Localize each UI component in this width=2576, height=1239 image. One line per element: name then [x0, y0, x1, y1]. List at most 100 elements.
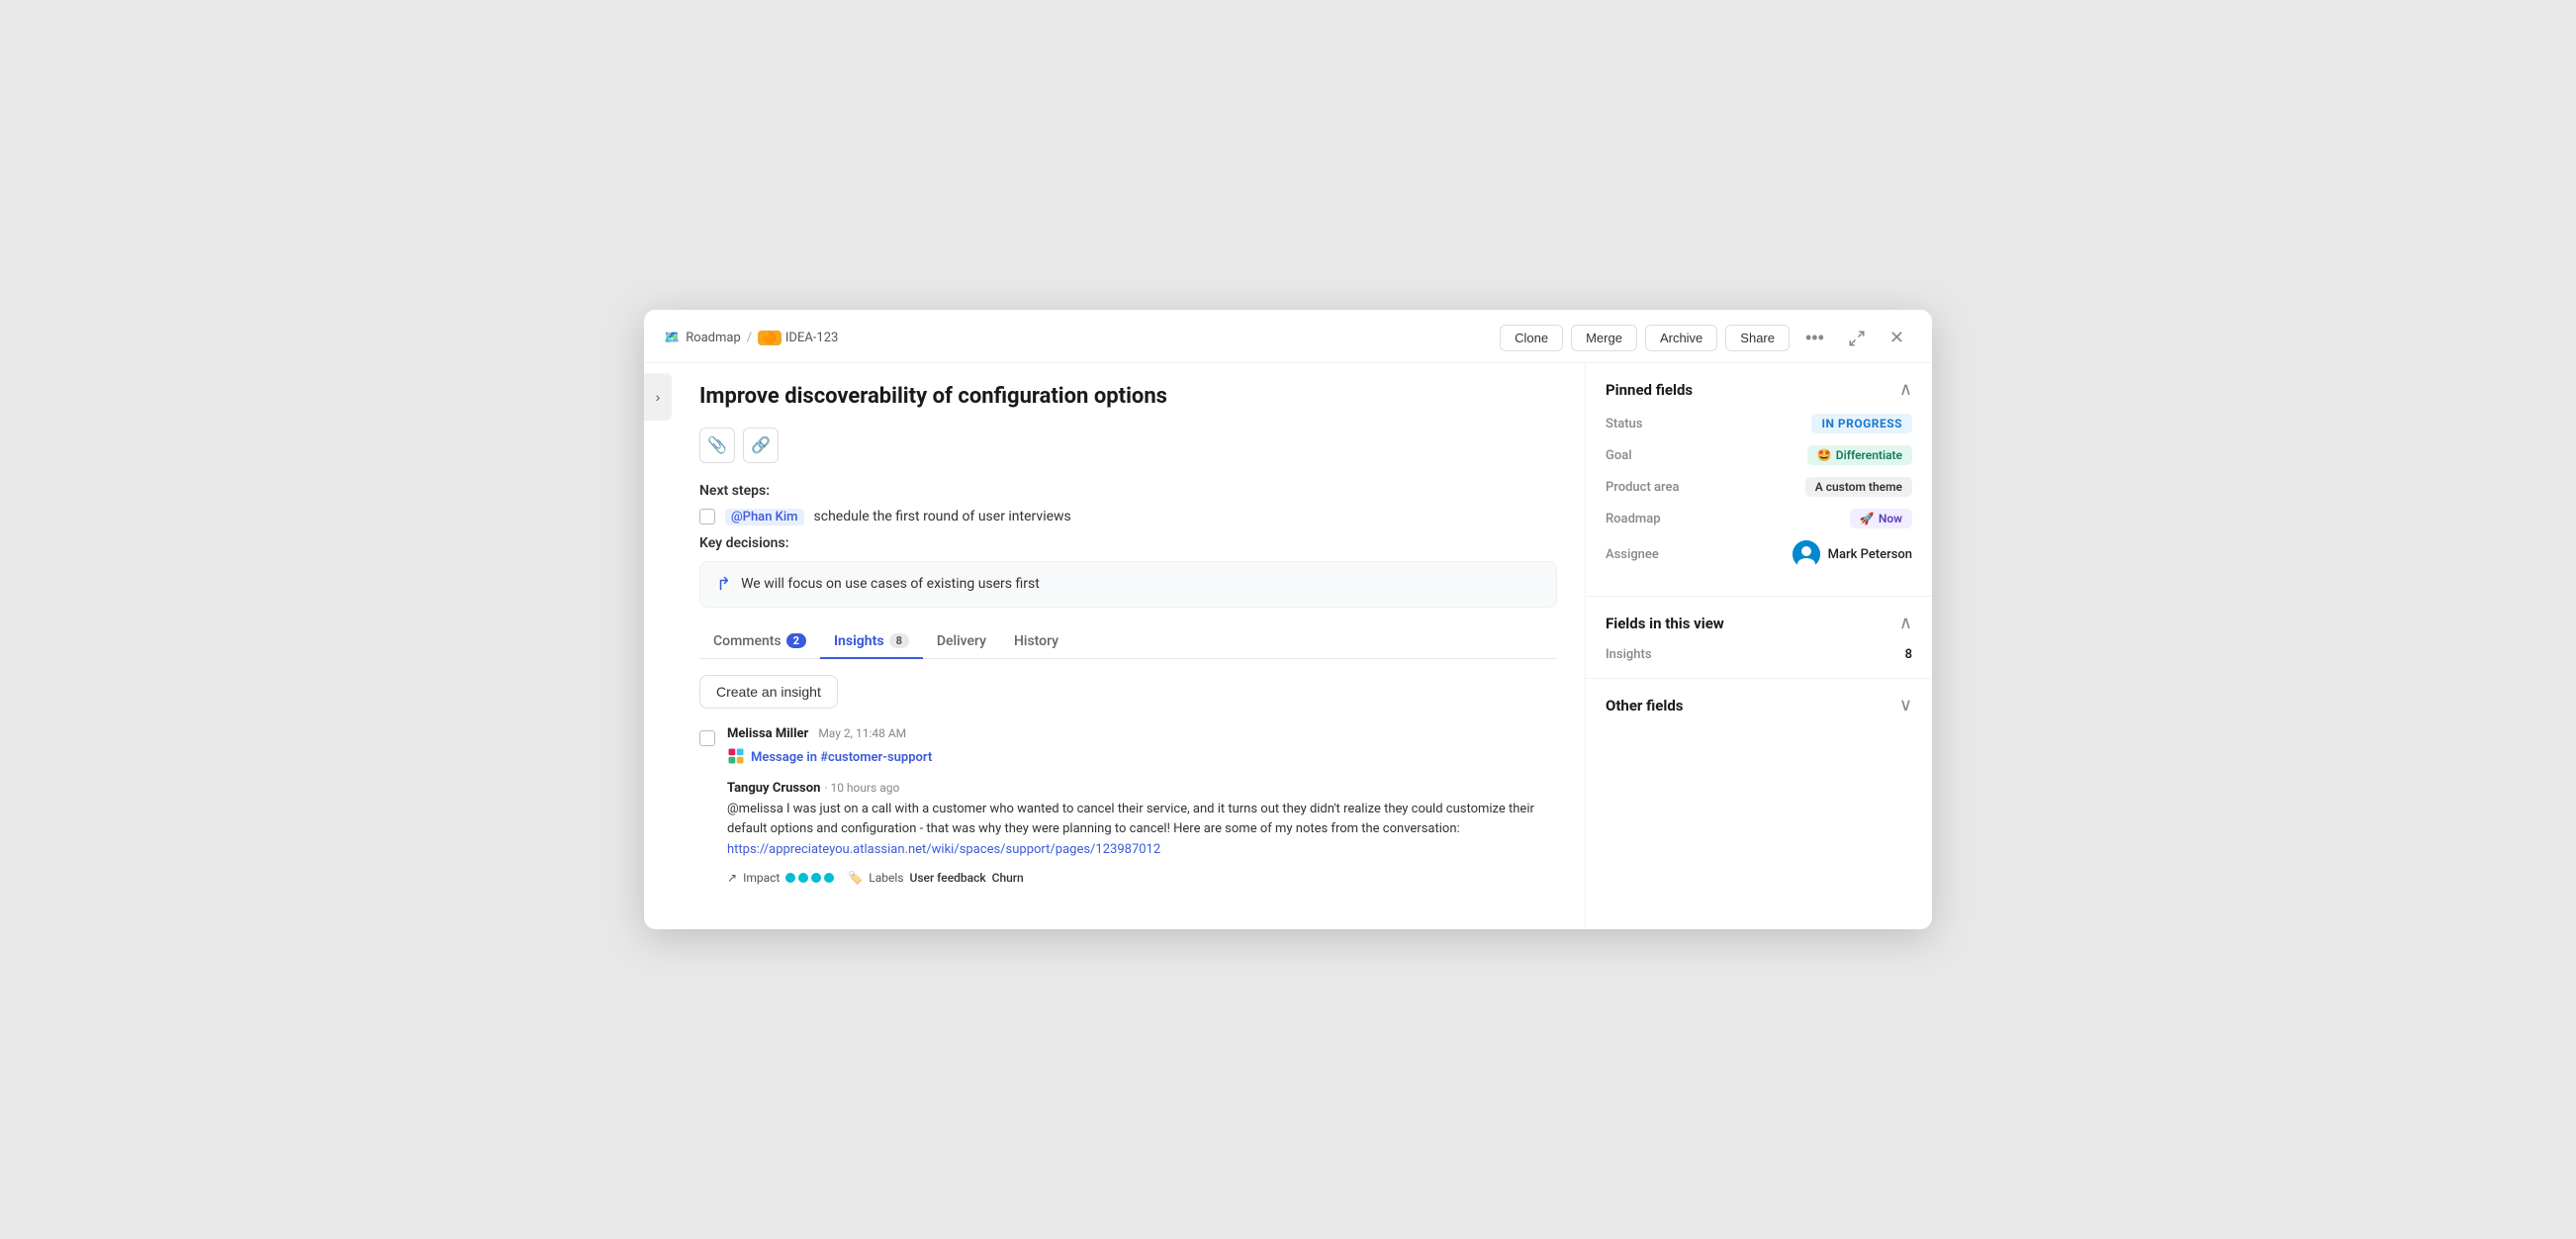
insight-date: May 2, 11:48 AM [818, 726, 906, 740]
create-insight-button[interactable]: Create an insight [699, 675, 838, 709]
mention-tag: @Phan Kim [725, 509, 804, 525]
tab-comments-badge: 2 [786, 633, 806, 648]
label-user-feedback: User feedback [909, 871, 985, 885]
assignee-field-row: Assignee Mark Peterson [1606, 540, 1912, 568]
pinned-fields-collapse-button[interactable]: ∧ [1899, 379, 1912, 400]
fields-in-view-title: Fields in this view [1606, 615, 1724, 632]
roadmap-badge[interactable]: 🚀 Now [1850, 509, 1912, 528]
tab-delivery-label: Delivery [937, 633, 986, 649]
comment-url[interactable]: https://appreciateyou.atlassian.net/wiki… [727, 842, 1160, 857]
product-area-label: Product area [1606, 480, 1695, 495]
task-text: schedule the first round of user intervi… [814, 509, 1071, 524]
main-content: Improve discoverability of configuration… [672, 363, 1586, 929]
fields-in-view-collapse-button[interactable]: ∧ [1899, 613, 1912, 633]
right-sidebar: Pinned fields ∧ Status IN PROGRESS Goal … [1586, 363, 1932, 929]
impact-row: ↗ Impact [727, 871, 834, 885]
pinned-fields-section: Pinned fields ∧ Status IN PROGRESS Goal … [1586, 363, 1932, 597]
insight-checkbox[interactable] [699, 730, 715, 746]
clone-button[interactable]: Clone [1500, 325, 1563, 351]
comment-header: Tanguy Crusson · 10 hours ago [727, 777, 1557, 796]
goal-field-row: Goal 🤩 Differentiate [1606, 445, 1912, 465]
breadcrumb-separator: / [747, 331, 752, 345]
other-fields-section: Other fields ∨ [1586, 679, 1932, 731]
modal-container: 🗺️ Roadmap / 🟠 IDEA-123 Clone Merge Arch… [644, 310, 1932, 929]
impact-label: Impact [743, 871, 780, 885]
impact-dot-2 [798, 873, 808, 883]
comment-author: Tanguy Crusson [727, 781, 820, 796]
tab-insights-label: Insights [834, 633, 884, 649]
status-badge[interactable]: IN PROGRESS [1811, 414, 1912, 433]
link-button[interactable]: 🔗 [743, 428, 779, 463]
label-churn: Churn [992, 871, 1024, 885]
roadmap-label: Roadmap [686, 331, 741, 345]
tab-comments-label: Comments [713, 633, 782, 649]
impact-dots [785, 873, 834, 883]
avatar [1793, 540, 1820, 568]
insight-meta: Melissa Miller May 2, 11:48 AM [727, 726, 1557, 741]
expand-button[interactable] [1840, 326, 1874, 351]
decision-box: ↱ We will focus on use cases of existing… [699, 561, 1557, 608]
other-fields-title: Other fields [1606, 697, 1684, 715]
more-options-button[interactable]: ••• [1797, 324, 1832, 352]
assignee-value-container: Mark Peterson [1793, 540, 1912, 568]
other-fields-expand-button[interactable]: ∨ [1899, 695, 1912, 715]
insights-count: 8 [1905, 647, 1912, 662]
roadmap-value-container: 🚀 Now [1850, 509, 1912, 528]
pinned-fields-title: Pinned fields [1606, 381, 1693, 399]
tabs-row: Comments 2 Insights 8 Delivery History [699, 625, 1557, 659]
share-button[interactable]: Share [1725, 325, 1790, 351]
toolbar: 📎 🔗 [699, 428, 1557, 463]
modal-body: › Improve discoverability of configurati… [644, 363, 1932, 929]
attach-button[interactable]: 📎 [699, 428, 735, 463]
product-area-value-container: A custom theme [1805, 477, 1912, 497]
header-actions: Clone Merge Archive Share ••• ✕ [1500, 324, 1912, 352]
roadmap-emoji: 🚀 [1860, 512, 1875, 525]
close-button[interactable]: ✕ [1882, 324, 1912, 352]
insights-label: Insights [1606, 647, 1695, 662]
task-item: @Phan Kim schedule the first round of us… [699, 509, 1557, 525]
insight-source: Message in #customer-support [727, 747, 1557, 769]
goal-emoji: 🤩 [1817, 448, 1832, 462]
tab-insights[interactable]: Insights 8 [820, 625, 923, 659]
decision-text: We will focus on use cases of existing u… [741, 576, 1040, 592]
insight-body: Melissa Miller May 2, 11:48 AM [727, 726, 1557, 885]
tab-insights-badge: 8 [889, 633, 909, 648]
merge-button[interactable]: Merge [1571, 325, 1637, 351]
insight-source-link[interactable]: Message in #customer-support [751, 750, 932, 765]
impact-dot-1 [785, 873, 795, 883]
tab-comments[interactable]: Comments 2 [699, 625, 820, 659]
insights-count-row: Insights 8 [1606, 647, 1912, 662]
idea-id: IDEA-123 [785, 331, 838, 345]
goal-badge[interactable]: 🤩 Differentiate [1807, 445, 1912, 465]
tab-delivery[interactable]: Delivery [923, 625, 1000, 659]
idea-breadcrumb: 🟠 IDEA-123 [758, 331, 838, 345]
comment-time: 10 hours ago [830, 781, 899, 795]
goal-value-container: 🤩 Differentiate [1807, 445, 1912, 465]
archive-button[interactable]: Archive [1645, 325, 1717, 351]
roadmap-value: Now [1879, 512, 1902, 525]
assignee-name: Mark Peterson [1828, 547, 1912, 562]
insight-footer: ↗ Impact 🏷️ Labels [727, 871, 1557, 885]
status-field-row: Status IN PROGRESS [1606, 414, 1912, 433]
roadmap-label: Roadmap [1606, 512, 1695, 526]
tab-history[interactable]: History [1000, 625, 1072, 659]
next-steps-label: Next steps: [699, 483, 1557, 499]
fields-in-view-section: Fields in this view ∧ Insights 8 [1586, 597, 1932, 679]
sidebar-toggle-button[interactable]: › [644, 373, 672, 421]
breadcrumb: 🗺️ Roadmap / 🟠 IDEA-123 [664, 331, 838, 345]
pinned-fields-header: Pinned fields ∧ [1606, 379, 1912, 400]
assignee-label: Assignee [1606, 547, 1695, 562]
decision-icon: ↱ [716, 574, 731, 595]
fields-in-view-header: Fields in this view ∧ [1606, 613, 1912, 633]
product-area-field-row: Product area A custom theme [1606, 477, 1912, 497]
task-checkbox[interactable] [699, 509, 715, 524]
key-decisions-label: Key decisions: [699, 535, 1557, 551]
goal-value: Differentiate [1836, 448, 1902, 462]
product-area-badge[interactable]: A custom theme [1805, 477, 1912, 497]
impact-dot-3 [811, 873, 821, 883]
impact-dot-4 [824, 873, 834, 883]
labels-row: 🏷️ Labels User feedback Churn [848, 871, 1023, 885]
page-title: Improve discoverability of configuration… [699, 383, 1557, 412]
goal-label: Goal [1606, 448, 1695, 463]
comment-text: @melissa I was just on a call with a cus… [727, 800, 1557, 861]
